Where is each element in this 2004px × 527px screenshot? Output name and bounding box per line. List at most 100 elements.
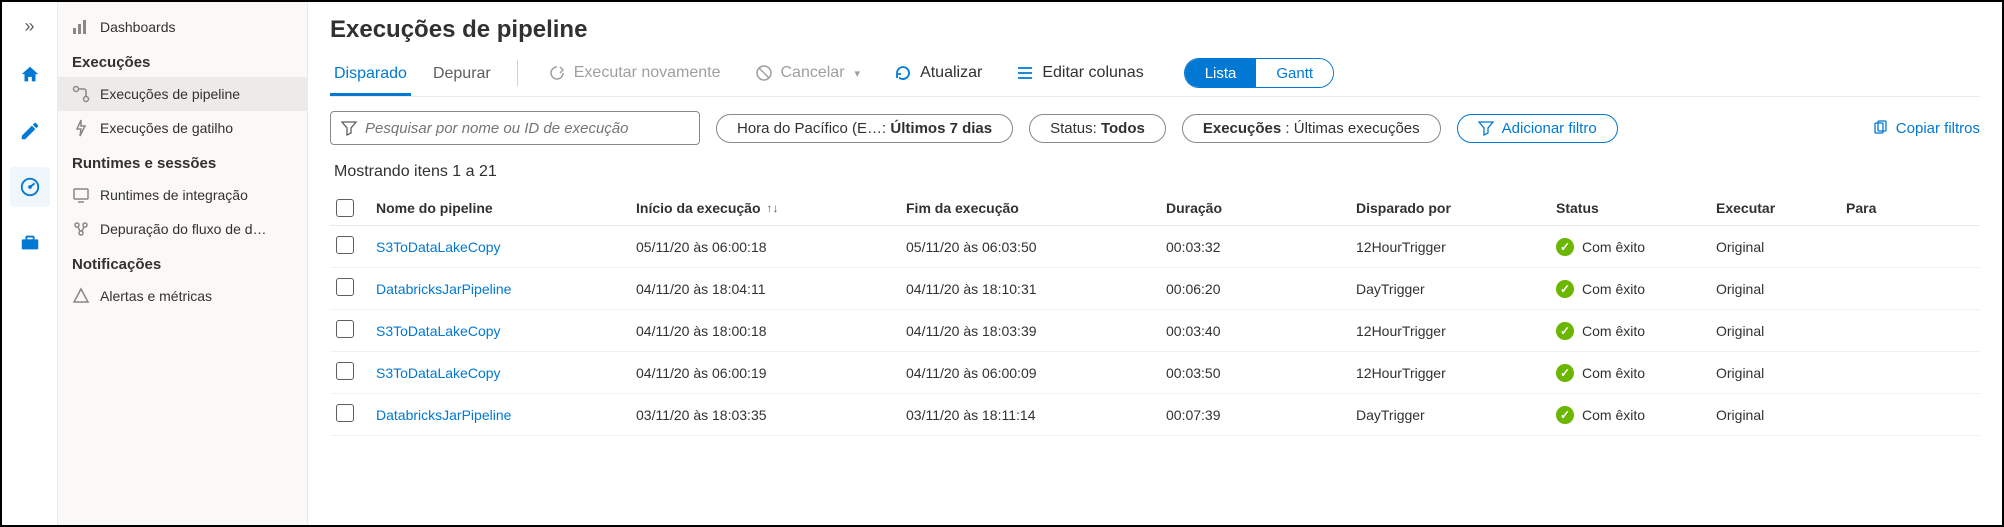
filter-status-prefix: Status: (1050, 120, 1101, 137)
cell-start: 04/11/20 às 18:04:11 (630, 279, 900, 299)
view-list[interactable]: Lista (1185, 59, 1257, 87)
sidebar-label: Execuções de pipeline (100, 86, 240, 102)
status-badge: ✓Com êxito (1556, 364, 1645, 382)
row-checkbox[interactable] (336, 404, 354, 422)
expand-rail-icon[interactable]: » (24, 10, 34, 39)
col-duration[interactable]: Duração (1160, 198, 1350, 218)
cell-params (1840, 245, 1900, 249)
rail-home[interactable] (10, 55, 50, 95)
sidebar-item-pipeline-runs[interactable]: Execuções de pipeline (58, 77, 307, 111)
toolbox-icon (19, 232, 41, 254)
cell-params (1840, 287, 1900, 291)
pipeline-name-link[interactable]: DatabricksJarPipeline (376, 407, 511, 423)
runtime-icon (72, 186, 90, 204)
col-start[interactable]: Início da execução↑↓ (630, 198, 900, 218)
select-all-checkbox[interactable] (336, 199, 354, 217)
chevron-down-icon: ▾ (855, 67, 861, 80)
sidebar-label: Execuções de gatilho (100, 120, 233, 136)
sidebar-section-runs: Execuções (58, 44, 307, 77)
table-row[interactable]: DatabricksJarPipeline 04/11/20 às 18:04:1… (330, 268, 1980, 310)
col-end[interactable]: Fim da execução (900, 198, 1160, 218)
filter-time[interactable]: Hora do Pacífico (E…: Últimos 7 dias (716, 114, 1013, 143)
sidebar-label: Depuração do fluxo de d… (100, 221, 267, 237)
add-filter-label: Adicionar filtro (1502, 120, 1597, 137)
success-icon: ✓ (1556, 280, 1574, 298)
col-execute[interactable]: Executar (1710, 198, 1840, 218)
add-filter-button[interactable]: Adicionar filtro (1457, 114, 1618, 143)
main-content: Execuções de pipeline Disparado Depurar … (308, 2, 2002, 525)
search-box[interactable] (330, 111, 700, 145)
table-row[interactable]: S3ToDataLakeCopy04/11/20 às 18:00:1804/1… (330, 310, 1980, 352)
edit-columns-button[interactable]: Editar colunas (1008, 60, 1151, 94)
table-header: Nome do pipeline Início da execução↑↓ Fi… (330, 191, 1980, 226)
copy-filters-button[interactable]: Copiar filtros (1872, 120, 1980, 137)
row-checkbox[interactable] (336, 278, 354, 296)
cell-trigger: 12HourTrigger (1350, 363, 1550, 383)
success-icon: ✓ (1556, 406, 1574, 424)
sidebar-section-notifications: Notificações (58, 246, 307, 279)
filter-time-value: Últimos 7 dias (890, 120, 992, 137)
search-input[interactable] (365, 120, 689, 137)
rail-monitor[interactable] (10, 167, 50, 207)
pipeline-name-link[interactable]: S3ToDataLakeCopy (376, 323, 501, 339)
sidebar-item-trigger-runs[interactable]: Execuções de gatilho (58, 111, 307, 145)
col-name[interactable]: Nome do pipeline (370, 198, 630, 218)
page-title: Execuções de pipeline (330, 16, 1980, 44)
view-toggle[interactable]: Lista Gantt (1184, 58, 1334, 88)
row-checkbox[interactable] (336, 236, 354, 254)
sidebar-item-dataflow-debug[interactable]: Depuração do fluxo de d… (58, 212, 307, 246)
cell-trigger: 12HourTrigger (1350, 237, 1550, 257)
sidebar-item-dashboards[interactable]: Dashboards (58, 10, 307, 44)
runs-table: Nome do pipeline Início da execução↑↓ Fi… (330, 191, 1980, 436)
filter-icon (341, 120, 357, 136)
rail-manage[interactable] (10, 223, 50, 263)
cell-params (1840, 413, 1900, 417)
pipeline-icon (72, 85, 90, 103)
cell-start: 04/11/20 às 06:00:19 (630, 363, 900, 383)
cell-start: 04/11/20 às 18:00:18 (630, 321, 900, 341)
cancel-button[interactable]: Cancelar ▾ (747, 60, 869, 94)
tab-triggered[interactable]: Disparado (330, 59, 411, 96)
cancel-label: Cancelar (781, 64, 845, 82)
cell-exec: Original (1710, 405, 1840, 425)
view-gantt[interactable]: Gantt (1256, 59, 1333, 87)
copy-icon (1872, 120, 1888, 136)
tab-debug[interactable]: Depurar (429, 59, 495, 96)
cell-duration: 00:07:39 (1160, 405, 1350, 425)
refresh-button[interactable]: Atualizar (886, 60, 990, 94)
cancel-icon (755, 64, 773, 82)
cell-duration: 00:03:40 (1160, 321, 1350, 341)
alert-icon (72, 287, 90, 305)
cell-exec: Original (1710, 363, 1840, 383)
cell-trigger: DayTrigger (1350, 279, 1550, 299)
row-checkbox[interactable] (336, 362, 354, 380)
pipeline-name-link[interactable]: S3ToDataLakeCopy (376, 365, 501, 381)
icon-rail: » (2, 2, 58, 525)
table-row[interactable]: S3ToDataLakeCopy04/11/20 às 06:00:1904/1… (330, 352, 1980, 394)
refresh-icon (894, 64, 912, 82)
status-badge: ✓Com êxito (1556, 280, 1645, 298)
sidebar-section-runtimes: Runtimes e sessões (58, 145, 307, 178)
cell-end: 04/11/20 às 18:10:31 (900, 279, 1160, 299)
col-status[interactable]: Status (1550, 198, 1710, 218)
rerun-button[interactable]: Executar novamente (540, 60, 729, 94)
sidebar-item-alerts[interactable]: Alertas e métricas (58, 279, 307, 313)
rail-author[interactable] (10, 111, 50, 151)
filter-status[interactable]: Status: Todos (1029, 114, 1166, 143)
pipeline-name-link[interactable]: DatabricksJarPipeline (376, 281, 511, 297)
pipeline-name-link[interactable]: S3ToDataLakeCopy (376, 239, 501, 255)
success-icon: ✓ (1556, 238, 1574, 256)
rerun-icon (548, 64, 566, 82)
filter-status-value: Todos (1101, 120, 1145, 137)
sidebar-label: Alertas e métricas (100, 288, 212, 304)
success-icon: ✓ (1556, 322, 1574, 340)
sidebar-item-integration-runtimes[interactable]: Runtimes de integração (58, 178, 307, 212)
cell-exec: Original (1710, 279, 1840, 299)
col-params[interactable]: Para (1840, 198, 1900, 218)
row-checkbox[interactable] (336, 320, 354, 338)
table-row[interactable]: DatabricksJarPipeline03/11/20 às 18:03:3… (330, 394, 1980, 436)
table-row[interactable]: S3ToDataLakeCopy05/11/20 às 06:00:1805/1… (330, 226, 1980, 268)
col-triggered-by[interactable]: Disparado por (1350, 198, 1550, 218)
cell-params (1840, 371, 1900, 375)
filter-runs[interactable]: Execuções : Últimas execuções (1182, 114, 1441, 143)
